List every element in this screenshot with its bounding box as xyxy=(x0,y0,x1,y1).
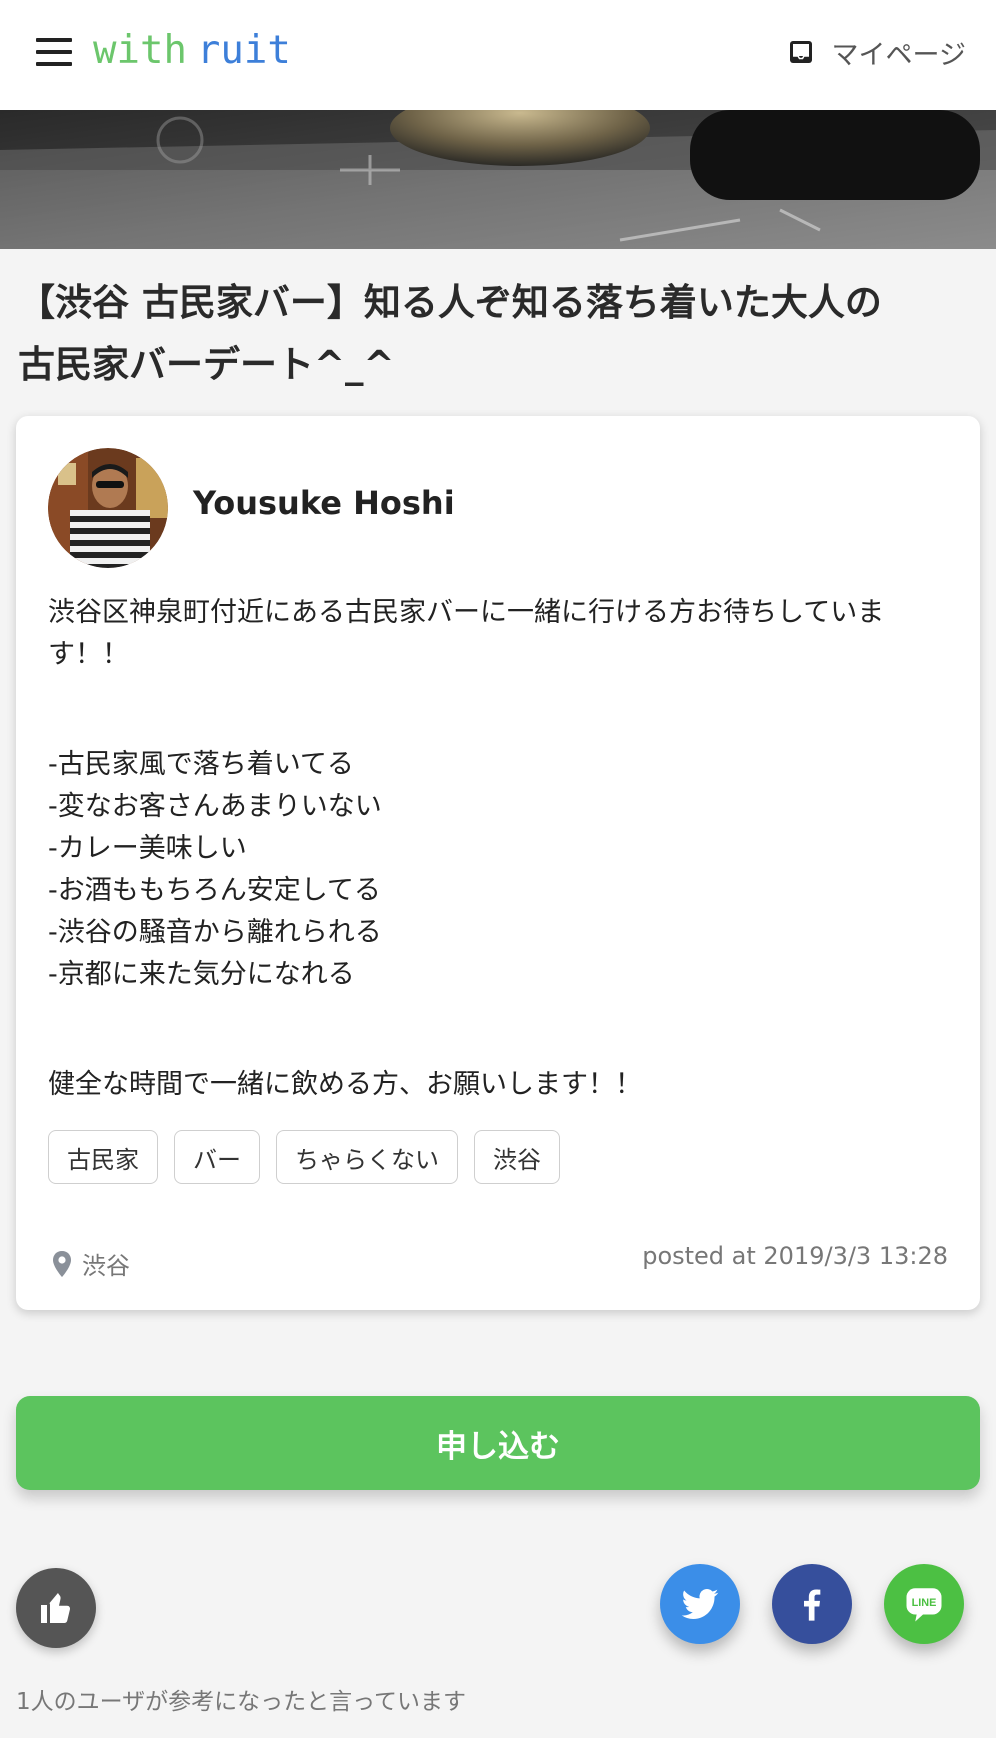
avatar[interactable] xyxy=(48,448,168,568)
post-body: 渋谷区神泉町付近にある古民家バーに一緒に行ける方お待ちしていま す！！ -古民家… xyxy=(48,592,948,1106)
map-pin-icon xyxy=(53,1250,71,1277)
facebook-icon xyxy=(804,1589,821,1621)
like-button[interactable] xyxy=(16,1568,96,1648)
svg-text:LINE: LINE xyxy=(912,1597,937,1609)
body-point: -古民家風で落ち着いてる xyxy=(48,749,354,780)
posted-at: posted at 2019/3/3 13:28 xyxy=(642,1242,948,1270)
mypage-link[interactable]: マイページ xyxy=(788,32,966,72)
thumbs-up-icon xyxy=(41,1593,71,1623)
twitter-share-button[interactable] xyxy=(660,1564,740,1644)
line-share-button[interactable]: LINE xyxy=(884,1564,964,1644)
mypage-label: マイページ xyxy=(831,39,966,71)
tag-chip[interactable]: 古民家 xyxy=(48,1130,158,1184)
hamburger-menu-icon[interactable] xyxy=(36,38,72,68)
body-point: -渋谷の騒音から離れられる xyxy=(48,917,382,948)
apply-button[interactable]: 申し込む xyxy=(16,1396,980,1490)
author-name[interactable]: Yousuke Hoshi xyxy=(193,484,455,522)
body-point: -カレー美味しい xyxy=(48,833,247,864)
post-title: 【渋谷 古民家バー】知る人ぞ知る落ち着いた大人の 古民家バーデート^_^ xyxy=(18,272,978,396)
body-point: -お酒ももちろん安定してる xyxy=(48,875,381,906)
post-title-line1: 【渋谷 古民家バー】知る人ぞ知る落ち着いた大人の xyxy=(18,281,882,324)
body-point: -変なお客さんあまりいない xyxy=(48,791,382,822)
hero-image xyxy=(0,110,996,249)
tag-chip[interactable]: 渋谷 xyxy=(474,1130,560,1184)
location-text: 渋谷 xyxy=(82,1252,130,1280)
logo-ruit-text: ruit xyxy=(196,28,291,73)
tag-chip[interactable]: ちゃらくない xyxy=(276,1130,458,1184)
post-location: 渋谷 xyxy=(52,1246,130,1281)
likes-count-text: 1人のユーザが参考になったと言っています xyxy=(16,1689,467,1715)
post-card: Yousuke Hoshi 渋谷区神泉町付近にある古民家バーに一緒に行ける方お待… xyxy=(16,416,980,1310)
facebook-share-button[interactable] xyxy=(772,1564,852,1644)
tag-chip[interactable]: バー xyxy=(174,1130,260,1184)
app-logo[interactable]: with ruit xyxy=(93,26,291,76)
body-closing: 健全な時間で一緒に飲める方、お願いします！！ xyxy=(48,1069,642,1100)
body-point: -京都に来た気分になれる xyxy=(48,959,355,990)
tag-list: 古民家 バー ちゃらくない 渋谷 xyxy=(48,1130,560,1184)
twitter-icon xyxy=(681,1589,719,1619)
inbox-icon xyxy=(789,41,812,63)
body-intro-line1: 渋谷区神泉町付近にある古民家バーに一緒に行ける方お待ちしていま xyxy=(48,597,885,628)
body-intro-line2: す！！ xyxy=(48,639,129,670)
logo-with-text: with xyxy=(93,28,187,73)
app-header: with ruit マイページ xyxy=(0,0,996,111)
post-title-line2: 古民家バーデート^_^ xyxy=(18,343,395,386)
line-icon: LINE xyxy=(906,1588,942,1622)
